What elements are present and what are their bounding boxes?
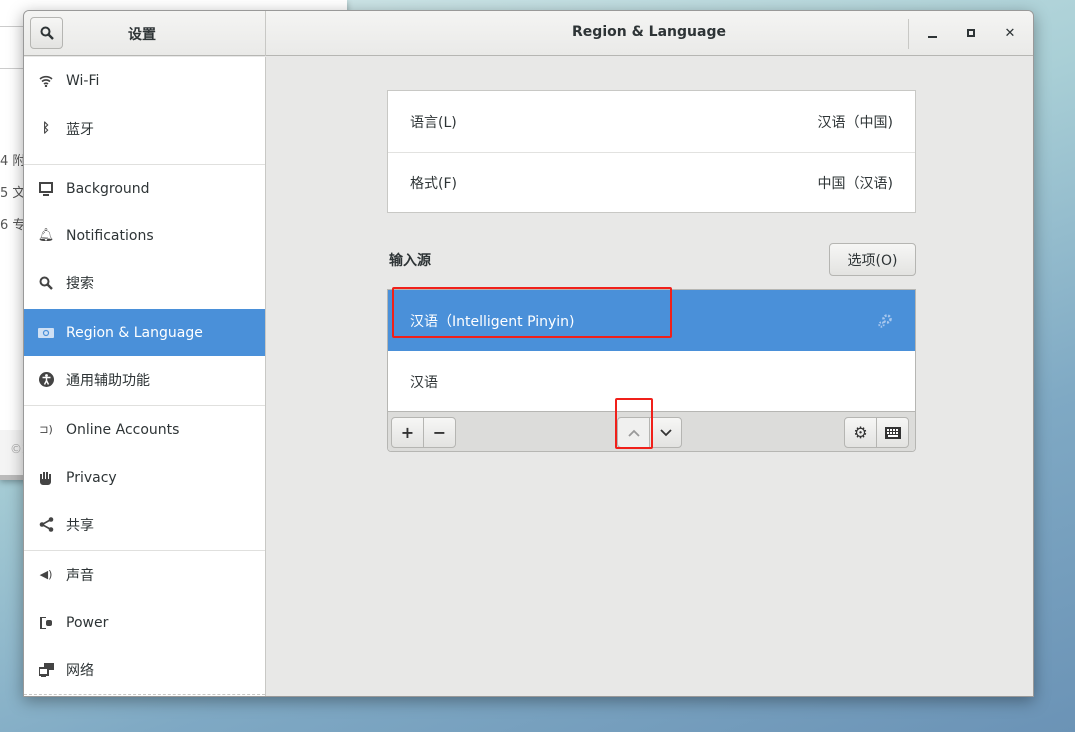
search-icon [38,275,54,291]
sidebar-item-online-accounts[interactable]: ⊐) Online Accounts [24,406,265,453]
sidebar-item-background[interactable]: Background [24,165,265,212]
bluetooth-icon: ᛒ [42,121,50,136]
options-button[interactable]: 选项(O) [829,243,916,276]
gear-icon: ⚙ [853,423,868,442]
keyboard-layout-button[interactable] [876,417,909,448]
minimize-button[interactable] [922,23,942,43]
move-down-button[interactable] [649,417,682,448]
search-icon [40,26,54,40]
speaker-icon: ◀) [39,568,53,581]
language-row[interactable]: 语言(L) 汉语（中国) [388,91,915,152]
hand-icon [38,470,54,486]
maximize-icon [967,29,975,37]
page-title: Region & Language [572,24,726,40]
header-bar: 设置 Region & Language ✕ [24,11,1033,56]
language-label: 语言(L) [410,114,457,131]
input-source-item[interactable]: 汉语（Intelligent Pinyin) [388,290,915,351]
sidebar-item-wifi[interactable]: Wi-Fi [24,57,265,104]
accessibility-icon [38,372,54,388]
sidebar-item-search[interactable]: 搜索 [24,259,265,306]
sidebar-item-sound[interactable]: ◀) 声音 [24,551,265,598]
input-sources-toolbar: + − ⚙ [388,411,915,451]
move-up-button[interactable] [617,417,650,448]
language-format-card: 语言(L) 汉语（中国) 格式(F) 中国（汉语) [387,90,916,213]
sidebar-item-privacy[interactable]: Privacy [24,454,265,501]
chevron-down-icon [659,428,672,436]
bg-text: 6 专 [0,218,26,233]
remove-input-source-button[interactable]: − [423,417,456,448]
keyboard-icon [884,426,901,439]
share-icon [38,517,54,533]
sidebar-item-bluetooth[interactable]: ᛒ 蓝牙 [24,105,265,152]
input-sources-title: 输入源 [389,253,431,269]
formats-label: 格式(F) [410,176,457,192]
sidebar-item-notifications[interactable]: 🔔︎ Notifications [24,212,265,259]
input-source-settings-button[interactable]: ⚙ [844,417,877,448]
sidebar: Wi-Fi ᛒ 蓝牙 Background 🔔︎ Notifications 搜索 … [24,57,266,696]
power-icon [38,615,54,631]
sidebar-item-accessibility[interactable]: 通用辅助功能 [24,356,265,403]
search-button[interactable] [30,17,63,49]
maximize-button[interactable] [961,23,981,43]
formats-row[interactable]: 格式(F) 中国（汉语) [388,152,915,213]
sidebar-item-sharing[interactable]: 共享 [24,501,265,548]
sidebar-title: 设置 [128,27,156,43]
background-icon [38,181,54,197]
sidebar-item-power[interactable]: Power [24,599,265,646]
close-icon: ✕ [1004,25,1016,41]
chevron-up-icon [627,429,640,437]
bg-text: 5 文 [0,186,26,201]
gears-icon[interactable] [877,313,893,329]
region-flag-icon [38,325,54,341]
bg-text: 4 附 [0,154,26,169]
formats-value: 中国（汉语) [817,176,893,192]
minimize-icon [927,36,937,38]
bell-icon: 🔔︎ [37,228,55,243]
sidebar-item-network[interactable]: 网络 [24,646,265,693]
input-source-item[interactable]: 汉语 [388,351,915,412]
wifi-icon [38,73,54,89]
online-accounts-icon: ⊐) [39,423,53,436]
add-input-source-button[interactable]: + [391,417,424,448]
sidebar-item-region-language[interactable]: Region & Language [24,309,265,356]
network-icon [38,662,54,678]
close-button[interactable]: ✕ [1000,23,1020,43]
settings-window: 设置 Region & Language ✕ Wi-Fi ᛒ 蓝牙 Backgro… [23,10,1034,697]
language-value: 汉语（中国) [817,114,893,131]
input-sources-list: 汉语（Intelligent Pinyin) 汉语 + − ⚙ [387,289,916,452]
